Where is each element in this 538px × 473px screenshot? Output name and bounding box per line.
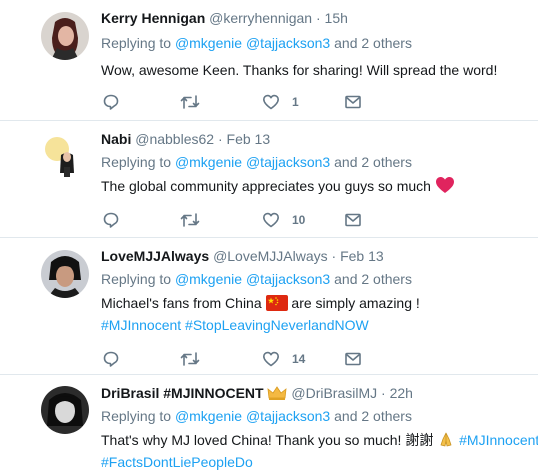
like-button[interactable]: 1 <box>262 92 299 112</box>
mention-mkgenie[interactable]: @mkgenie <box>175 271 242 287</box>
avatar-dribrasil[interactable] <box>41 386 89 434</box>
mention-tajjackson3[interactable]: @tajjackson3 <box>246 408 330 424</box>
retweet-icon <box>180 95 200 109</box>
heart-outline-icon <box>263 212 279 228</box>
display-name[interactable]: LoveMJJAlways <box>101 248 209 264</box>
envelope-icon <box>345 95 361 109</box>
replying-others[interactable]: and 2 others <box>334 408 412 424</box>
tweet-text-line: That's why MJ loved China! Thank you so … <box>101 429 538 451</box>
mention-tajjackson3[interactable]: @tajjackson3 <box>246 154 330 170</box>
tweet-header: LoveMJJAlways @LoveMJJAlways · Feb 13 <box>101 246 534 266</box>
like-count: 1 <box>292 95 299 109</box>
separator-dot: · <box>217 131 223 147</box>
tweet-body: LoveMJJAlways @LoveMJJAlways · Feb 13 Re… <box>101 246 534 336</box>
timestamp[interactable]: Feb 13 <box>340 248 384 264</box>
envelope-icon <box>345 213 361 227</box>
tweet-4[interactable]: DriBrasil #MJINNOCENT @DriBrasilMJ · 22h… <box>0 375 538 473</box>
tweet-text: Wow, awesome Keen. Thanks for sharing! W… <box>101 62 498 78</box>
replying-label: Replying to <box>101 408 172 424</box>
replying-to: Replying to @mkgenie @tajjackson3 and 2 … <box>101 405 534 427</box>
tweet-actions: 1 <box>102 92 382 112</box>
mention-tajjackson3[interactable]: @tajjackson3 <box>246 35 330 51</box>
separator-dot: · <box>315 10 321 26</box>
retweet-icon <box>180 352 200 366</box>
reply-button[interactable] <box>102 92 120 112</box>
praying-hands-emoji-icon <box>440 432 452 447</box>
tweet-1[interactable]: Kerry Hennigan @kerryhennigan · 15h Repl… <box>0 0 538 121</box>
tweet-text-start: That's why MJ loved China! Thank you so … <box>101 432 434 448</box>
like-button[interactable]: 10 <box>262 210 305 230</box>
avatar-lovemjjalways[interactable] <box>41 250 89 298</box>
tweet-header: Kerry Hennigan @kerryhennigan · 15h <box>101 8 534 28</box>
like-button[interactable]: 14 <box>262 349 305 369</box>
tweet-header: DriBrasil #MJINNOCENT @DriBrasilMJ · 22h <box>101 383 534 403</box>
like-count: 10 <box>292 213 306 227</box>
replying-others[interactable]: and 2 others <box>334 154 412 170</box>
tweet-3[interactable]: LoveMJJAlways @LoveMJJAlways · Feb 13 Re… <box>0 238 538 375</box>
timestamp[interactable]: Feb 13 <box>227 131 271 147</box>
reply-icon <box>103 351 119 367</box>
mention-mkgenie[interactable]: @mkgenie <box>175 35 242 51</box>
retweet-button[interactable] <box>180 349 200 369</box>
tweet-actions: 10 <box>102 210 382 230</box>
replying-label: Replying to <box>101 271 172 287</box>
tweet-text-line: Michael's fans from China are simply ama… <box>101 292 534 314</box>
retweet-icon <box>180 213 200 227</box>
envelope-icon <box>345 352 361 366</box>
reply-icon <box>103 212 119 228</box>
hashtag-mjinnocent[interactable]: #MJInnocent <box>459 432 538 448</box>
direct-message-button[interactable] <box>344 349 362 369</box>
mention-mkgenie[interactable]: @mkgenie <box>175 154 242 170</box>
timestamp[interactable]: 15h <box>325 10 348 26</box>
retweet-button[interactable] <box>180 210 200 230</box>
user-handle[interactable]: @nabbles62 <box>135 131 214 147</box>
user-handle[interactable]: @kerryhennigan <box>209 10 312 26</box>
replying-label: Replying to <box>101 154 172 170</box>
crown-emoji-icon <box>267 386 287 400</box>
user-handle[interactable]: @DriBrasilMJ <box>291 385 377 401</box>
display-name[interactable]: Nabi <box>101 131 131 147</box>
tweet-header: Nabi @nabbles62 · Feb 13 <box>101 129 534 149</box>
replying-label: Replying to <box>101 35 172 51</box>
like-count: 14 <box>292 352 306 366</box>
direct-message-button[interactable] <box>344 92 362 112</box>
display-name[interactable]: DriBrasil #MJINNOCENT <box>101 385 264 401</box>
tweet-hashtags[interactable]: #MJInnocent #StopLeavingNeverlandNOW <box>101 314 534 336</box>
tweet-text-line: The global community appreciates you guy… <box>101 175 534 197</box>
separator-dot: · <box>331 248 337 264</box>
tweet-hashtags[interactable]: #FactsDontLiePeopleDo <box>101 451 534 473</box>
avatar-nabi[interactable] <box>41 133 89 181</box>
direct-message-button[interactable] <box>344 210 362 230</box>
tweet-text-end: are simply amazing ! <box>291 295 420 311</box>
china-flag-emoji-icon <box>265 295 288 311</box>
reply-button[interactable] <box>102 210 120 230</box>
retweet-button[interactable] <box>180 92 200 112</box>
tweet-body: DriBrasil #MJINNOCENT @DriBrasilMJ · 22h… <box>101 383 538 473</box>
tweet-actions: 14 <box>102 349 382 369</box>
heart-outline-icon <box>263 351 279 367</box>
avatar-kerry-hennigan[interactable] <box>41 12 89 60</box>
separator-dot: · <box>381 385 386 401</box>
mention-mkgenie[interactable]: @mkgenie <box>175 408 242 424</box>
replying-to: Replying to @mkgenie @tajjackson3 and 2 … <box>101 268 534 290</box>
display-name[interactable]: Kerry Hennigan <box>101 10 205 26</box>
replying-others[interactable]: and 2 others <box>334 35 412 51</box>
reply-icon <box>103 94 119 110</box>
replying-to: Replying to @mkgenie @tajjackson3 and 2 … <box>101 151 534 173</box>
tweet-2[interactable]: Nabi @nabbles62 · Feb 13 Replying to @mk… <box>0 121 538 238</box>
tweet-body: Kerry Hennigan @kerryhennigan · 15h Repl… <box>101 8 534 81</box>
red-heart-emoji-icon <box>435 177 454 193</box>
heart-outline-icon <box>263 94 279 110</box>
replying-to: Replying to @mkgenie @tajjackson3 and 2 … <box>101 32 534 54</box>
user-handle[interactable]: @LoveMJJAlways <box>213 248 328 264</box>
timestamp[interactable]: 22h <box>390 385 413 401</box>
reply-button[interactable] <box>102 349 120 369</box>
tweet-text-start: Michael's fans from China <box>101 295 262 311</box>
tweet-text: The global community appreciates you guy… <box>101 178 431 194</box>
tweet-body: Nabi @nabbles62 · Feb 13 Replying to @mk… <box>101 129 534 197</box>
replying-others[interactable]: and 2 others <box>334 271 412 287</box>
mention-tajjackson3[interactable]: @tajjackson3 <box>246 271 330 287</box>
